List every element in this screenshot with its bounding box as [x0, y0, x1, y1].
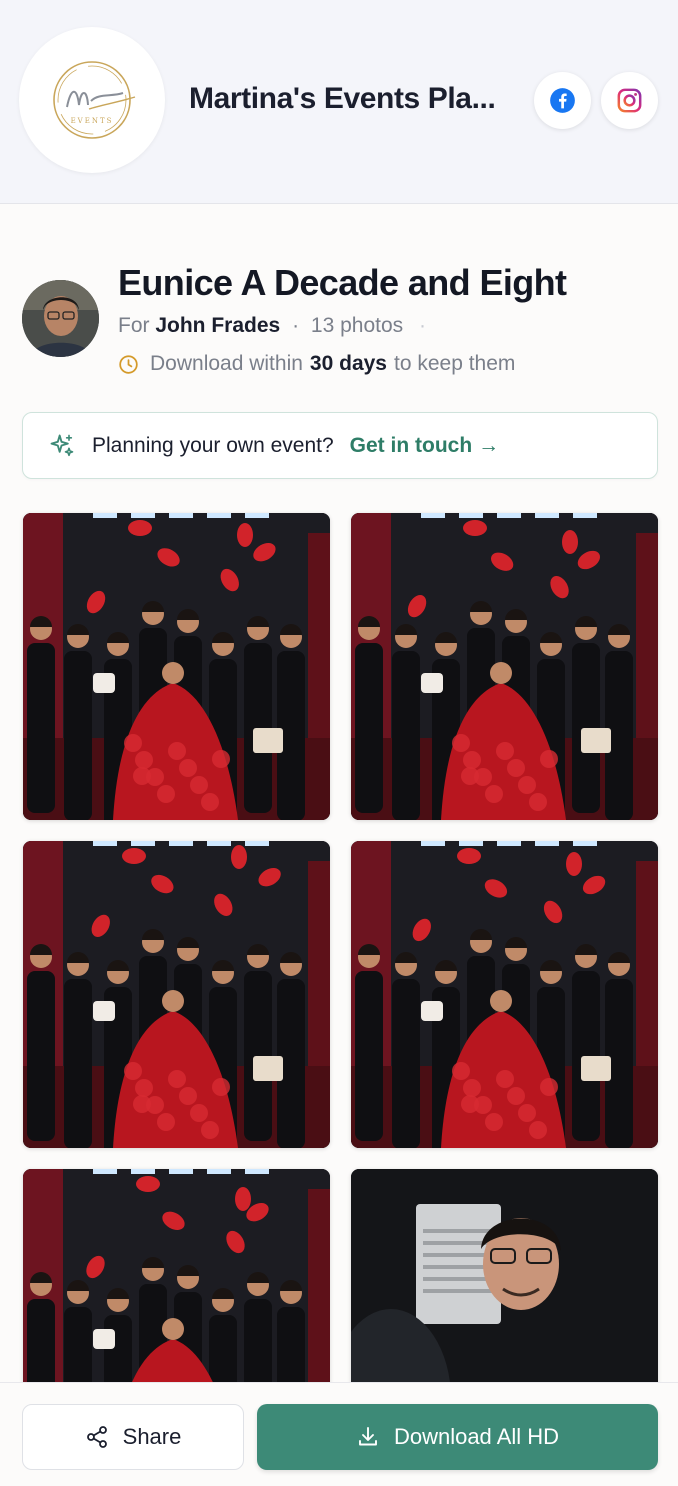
deadline-suffix: to keep them — [393, 352, 516, 375]
photo-image — [351, 513, 658, 820]
download-icon — [356, 1425, 380, 1449]
photo-thumbnail[interactable] — [351, 513, 658, 820]
instagram-button[interactable] — [601, 72, 658, 129]
brand-name[interactable]: Martina's Events Pla... — [189, 82, 509, 116]
photo-thumbnail[interactable] — [351, 841, 658, 1148]
share-icon — [85, 1425, 109, 1449]
facebook-icon — [550, 88, 575, 113]
photo-thumbnail[interactable] — [23, 513, 330, 820]
photo-image — [351, 841, 658, 1148]
brand-logo-mark: EVENTS — [53, 61, 136, 139]
bottom-action-bar: Share Download All HD — [0, 1382, 678, 1486]
photo-image — [23, 513, 330, 820]
download-label: Download All HD — [393, 1424, 560, 1449]
photo-image — [23, 841, 330, 1148]
event-title: Eunice A Decade and Eight — [118, 262, 567, 303]
header: EVENTS Martina's Events Pla... — [0, 0, 678, 204]
promo-text: Planning your own event? — [92, 433, 334, 457]
get-in-touch-label: Get in touch — [349, 433, 473, 457]
download-deadline: Download within 30 days to keep them — [118, 352, 515, 376]
clock-icon — [118, 354, 139, 375]
sparkle-icon — [48, 432, 76, 460]
photo-thumbnail[interactable] — [23, 841, 330, 1148]
deadline-prefix: Download within — [150, 352, 303, 375]
meta-separator: · — [292, 314, 300, 337]
meta-trailing-dot: · — [419, 314, 426, 337]
instagram-icon — [617, 88, 642, 113]
deadline-days: 30 days — [309, 352, 387, 375]
host-avatar — [22, 280, 99, 357]
logo-subtext: EVENTS — [71, 117, 114, 125]
promo-banner[interactable]: Planning your own event? Get in touch → — [22, 412, 658, 479]
share-label: Share — [122, 1424, 182, 1449]
for-label: For — [118, 314, 150, 337]
get-in-touch-link[interactable]: Get in touch → — [350, 434, 500, 458]
download-all-button[interactable]: Download All HD — [257, 1404, 658, 1470]
photo-count: 13 photos — [310, 314, 404, 337]
host-name: John Frades — [155, 314, 281, 337]
share-button[interactable]: Share — [22, 1404, 244, 1470]
brand-logo[interactable]: EVENTS — [19, 27, 165, 173]
arrow-right-icon: → — [478, 433, 500, 457]
event-meta: For John Frades · 13 photos · — [118, 314, 426, 338]
facebook-button[interactable] — [534, 72, 591, 129]
